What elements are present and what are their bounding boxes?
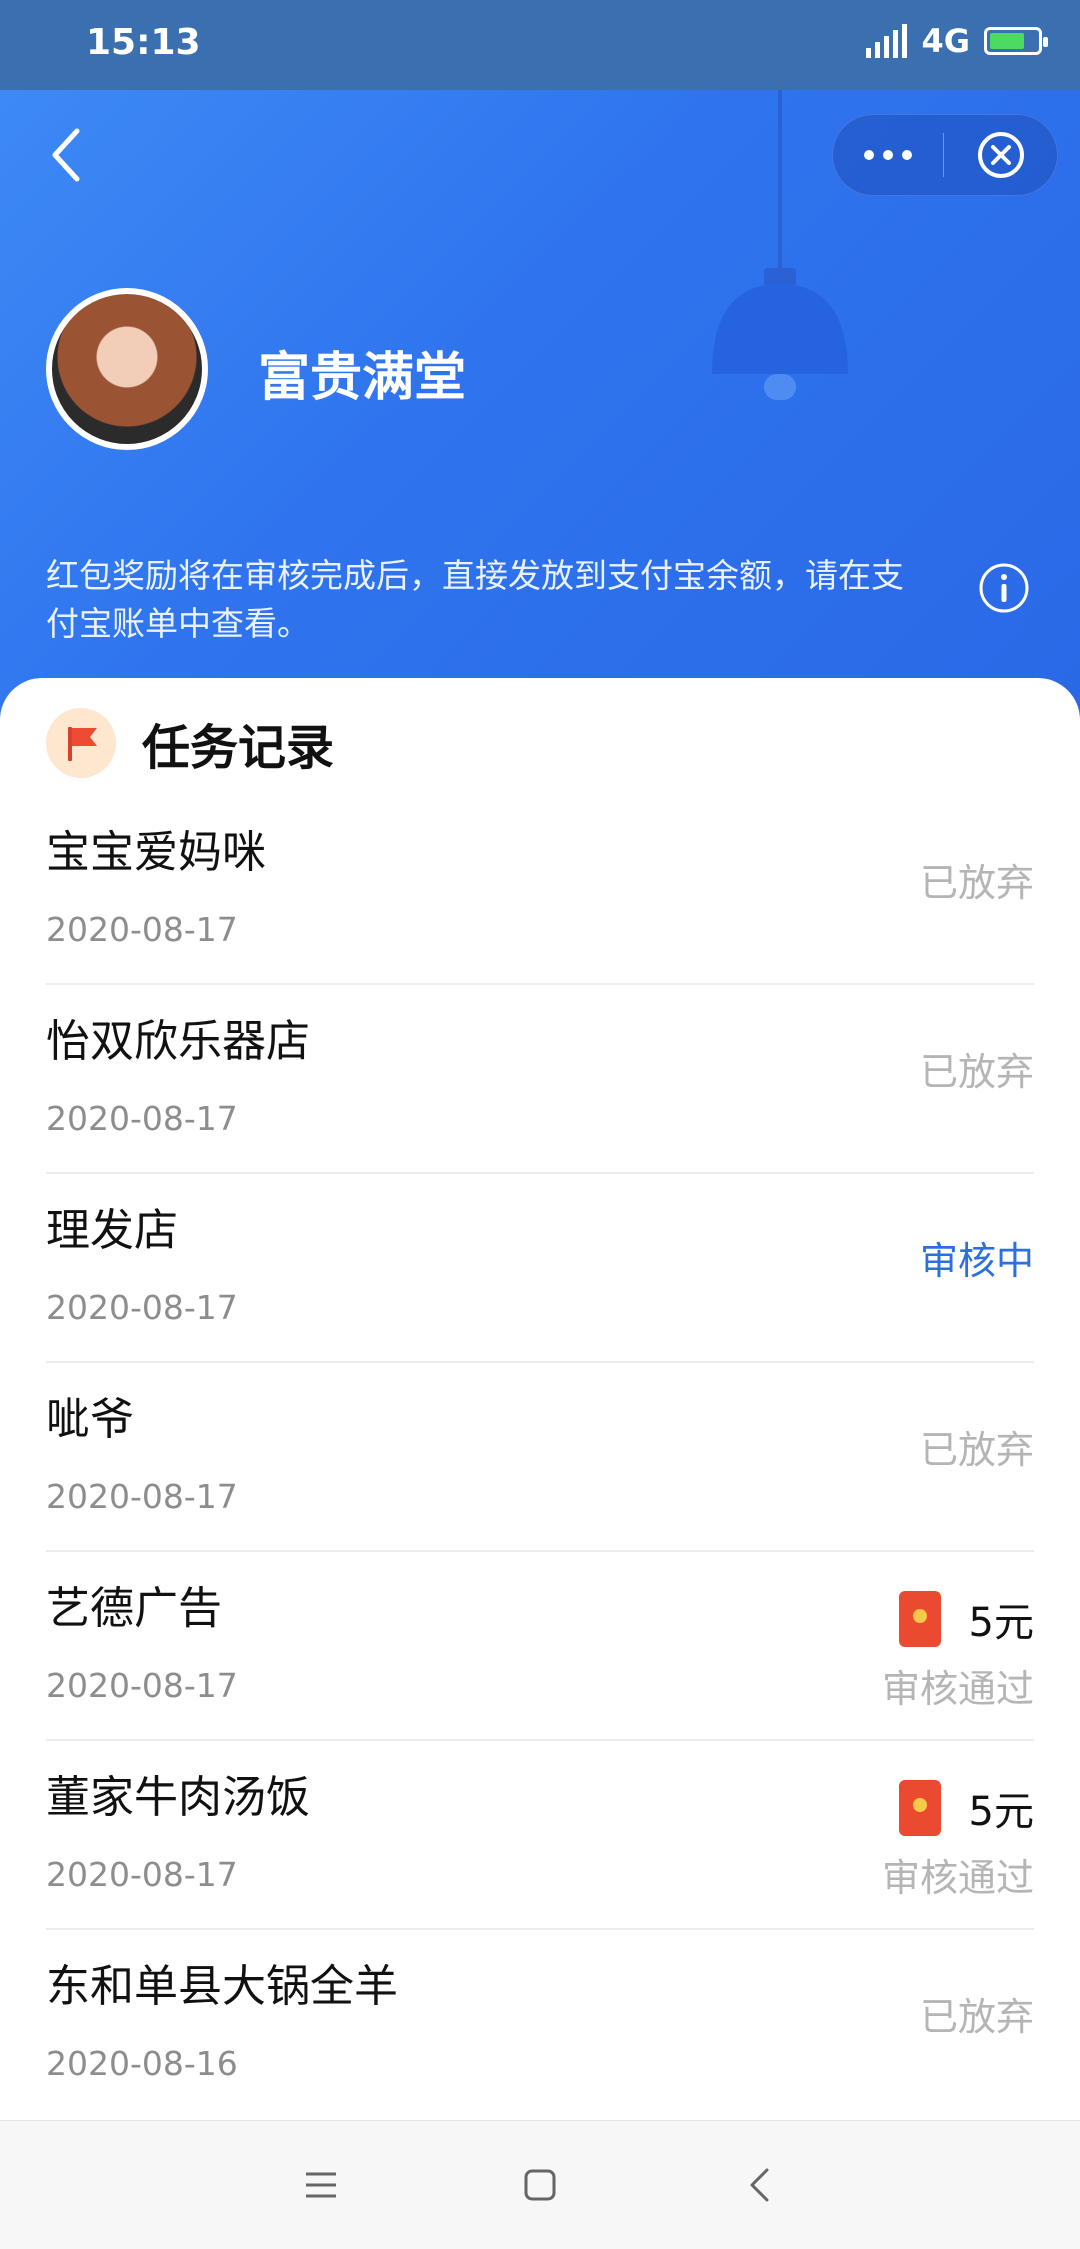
task-status: 已放弃 (919, 1050, 1034, 1094)
task-status: 审核通过 (881, 1856, 1034, 1900)
card-title: 任务记录 (142, 720, 335, 776)
task-date: 2020-08-17 (46, 1099, 238, 1138)
status-bar: 15:13 4G (0, 0, 1080, 90)
red-flag-icon (68, 727, 97, 761)
task-status: 审核中 (919, 1239, 1034, 1283)
close-circle-icon (977, 132, 1024, 178)
task-name: 怡双欣乐器店 (46, 1016, 310, 1067)
task-name: 董家牛肉汤饭 (46, 1772, 310, 1823)
red-packet-icon (898, 1780, 941, 1836)
task-name: 东和单县大锅全羊 (46, 1961, 398, 2012)
task-date: 2020-08-17 (46, 910, 238, 949)
task-date: 2020-08-17 (46, 1288, 238, 1327)
system-back-button[interactable] (737, 2163, 781, 2207)
back-arrow-icon (52, 128, 80, 182)
battery-icon (984, 27, 1048, 55)
back-button[interactable] (36, 120, 96, 190)
task-name: 呲爷 (46, 1394, 134, 1445)
home-button[interactable] (518, 2163, 562, 2207)
reward: 5元 (898, 1590, 1034, 1648)
user-name: 富贵满堂 (258, 348, 467, 408)
signal-icon (866, 24, 908, 58)
card-header: 任务记录 (46, 708, 334, 778)
red-packet-icon (898, 1591, 941, 1647)
task-row[interactable]: 理发店 2020-08-17 审核中 (46, 1174, 1034, 1363)
avatar (46, 288, 208, 450)
task-status: 已放弃 (919, 1428, 1034, 1472)
task-date: 2020-08-16 (46, 2044, 238, 2083)
close-button[interactable] (944, 115, 1057, 195)
task-row[interactable]: 艺德广告 2020-08-17 5元 审核通过 (46, 1552, 1034, 1741)
task-row[interactable]: 董家牛肉汤饭 2020-08-17 5元 审核通过 (46, 1741, 1034, 1930)
task-date: 2020-08-17 (46, 1477, 238, 1516)
reward-amount: 5元 (968, 1600, 1034, 1646)
task-name: 宝宝爱妈咪 (46, 827, 266, 878)
task-row[interactable]: 呲爷 2020-08-17 已放弃 (46, 1363, 1034, 1552)
mini-program-capsule (832, 114, 1058, 196)
reward: 5元 (898, 1779, 1034, 1837)
task-name: 理发店 (46, 1205, 178, 1256)
menu-icon (306, 2172, 336, 2198)
back-chevron-icon (750, 2168, 769, 2202)
info-icon (979, 563, 1029, 613)
task-date: 2020-08-17 (46, 1666, 238, 1705)
task-status: 已放弃 (919, 1995, 1034, 2039)
task-row[interactable]: 宝宝爱妈咪 2020-08-17 已放弃 (46, 796, 1034, 985)
task-records-card: 任务记录 宝宝爱妈咪 2020-08-17 已放弃 怡双欣乐器店 2020-08… (0, 678, 1080, 2120)
status-time: 15:13 (86, 22, 201, 63)
system-nav-bar (0, 2120, 1080, 2249)
task-row[interactable]: 东和单县大锅全羊 2020-08-16 已放弃 (46, 1930, 1034, 2119)
status-indicators: 4G (866, 22, 1048, 60)
more-button[interactable] (833, 115, 943, 195)
home-square-icon (524, 2169, 556, 2201)
task-list: 宝宝爱妈咪 2020-08-17 已放弃 怡双欣乐器店 2020-08-17 已… (46, 796, 1034, 2119)
more-dots-icon (864, 150, 874, 160)
task-name: 艺德广告 (46, 1583, 222, 1634)
info-button[interactable] (978, 562, 1030, 614)
network-label: 4G (921, 22, 970, 60)
task-status: 审核通过 (881, 1667, 1034, 1711)
reward-notice: 红包奖励将在审核完成后，直接发放到支付宝余额，请在支付宝账单中查看。 (46, 556, 904, 643)
task-date: 2020-08-17 (46, 1855, 238, 1894)
flag-badge (46, 708, 116, 778)
task-status: 已放弃 (919, 861, 1034, 905)
menu-button[interactable] (299, 2163, 343, 2207)
reward-amount: 5元 (968, 1789, 1034, 1835)
task-row[interactable]: 怡双欣乐器店 2020-08-17 已放弃 (46, 985, 1034, 1174)
